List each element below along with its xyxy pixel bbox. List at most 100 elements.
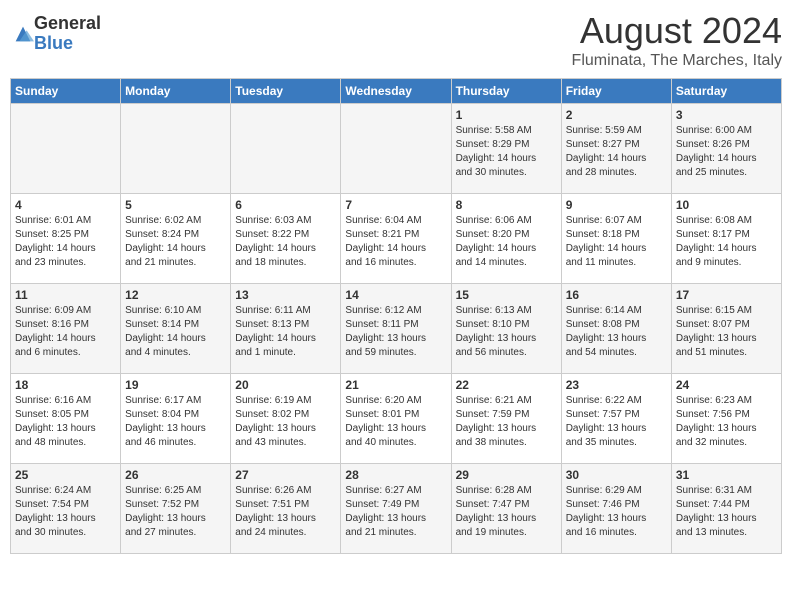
- day-info: Sunrise: 6:28 AM Sunset: 7:47 PM Dayligh…: [456, 484, 557, 540]
- day-info: Sunrise: 6:02 AM Sunset: 8:24 PM Dayligh…: [125, 214, 226, 270]
- day-number: 15: [456, 288, 557, 302]
- calendar-cell: 20 Sunrise: 6:19 AM Sunset: 8:02 PM Dayli…: [231, 374, 341, 464]
- day-number: 30: [566, 468, 667, 482]
- day-info: Sunrise: 6:08 AM Sunset: 8:17 PM Dayligh…: [676, 214, 777, 270]
- calendar-cell: 9Sunrise: 6:07 AM Sunset: 8:18 PM Daylig…: [561, 194, 671, 284]
- calendar-cell: 24 Sunrise: 6:23 AM Sunset: 7:56 PM Dayli…: [671, 374, 781, 464]
- header-day-monday: Monday: [121, 79, 231, 104]
- logo: General Blue: [10, 14, 101, 54]
- week-row-1: 4 Sunrise: 6:01 AM Sunset: 8:25 PM Daylig…: [11, 194, 782, 284]
- day-number: 28: [345, 468, 446, 482]
- day-info: Sunrise: 6:04 AM Sunset: 8:21 PM Dayligh…: [345, 214, 446, 270]
- calendar-cell: 26 Sunrise: 6:25 AM Sunset: 7:52 PM Dayli…: [121, 464, 231, 554]
- logo-text: General Blue: [34, 14, 101, 54]
- day-number: 6: [235, 198, 336, 212]
- header-day-saturday: Saturday: [671, 79, 781, 104]
- week-row-4: 25 Sunrise: 6:24 AM Sunset: 7:54 PM Dayli…: [11, 464, 782, 554]
- day-info: Sunrise: 6:15 AM Sunset: 8:07 PM Dayligh…: [676, 304, 777, 360]
- calendar-cell: 17 Sunrise: 6:15 AM Sunset: 8:07 PM Dayli…: [671, 284, 781, 374]
- day-number: 14: [345, 288, 446, 302]
- day-info: Sunrise: 6:13 AM Sunset: 8:10 PM Dayligh…: [456, 304, 557, 360]
- calendar-cell: 7 Sunrise: 6:04 AM Sunset: 8:21 PM Daylig…: [341, 194, 451, 284]
- day-info: Sunrise: 6:20 AM Sunset: 8:01 PM Dayligh…: [345, 394, 446, 450]
- day-info: Sunrise: 6:16 AM Sunset: 8:05 PM Dayligh…: [15, 394, 116, 450]
- calendar-cell: 12Sunrise: 6:10 AM Sunset: 8:14 PM Dayli…: [121, 284, 231, 374]
- calendar-cell: 11 Sunrise: 6:09 AM Sunset: 8:16 PM Dayli…: [11, 284, 121, 374]
- calendar-cell: 25 Sunrise: 6:24 AM Sunset: 7:54 PM Dayli…: [11, 464, 121, 554]
- logo-blue: Blue: [34, 34, 101, 54]
- day-number: 29: [456, 468, 557, 482]
- calendar-cell: 28 Sunrise: 6:27 AM Sunset: 7:49 PM Dayli…: [341, 464, 451, 554]
- day-info: Sunrise: 6:29 AM Sunset: 7:46 PM Dayligh…: [566, 484, 667, 540]
- header-day-tuesday: Tuesday: [231, 79, 341, 104]
- calendar-cell: 15 Sunrise: 6:13 AM Sunset: 8:10 PM Dayli…: [451, 284, 561, 374]
- day-number: 17: [676, 288, 777, 302]
- week-row-0: 1Sunrise: 5:58 AM Sunset: 8:29 PM Daylig…: [11, 104, 782, 194]
- day-info: Sunrise: 6:19 AM Sunset: 8:02 PM Dayligh…: [235, 394, 336, 450]
- day-info: Sunrise: 6:25 AM Sunset: 7:52 PM Dayligh…: [125, 484, 226, 540]
- day-number: 12: [125, 288, 226, 302]
- calendar-cell: [11, 104, 121, 194]
- day-info: Sunrise: 6:26 AM Sunset: 7:51 PM Dayligh…: [235, 484, 336, 540]
- day-number: 19: [125, 378, 226, 392]
- header-area: General Blue August 2024 Fluminata, The …: [10, 10, 782, 70]
- calendar-body: 1Sunrise: 5:58 AM Sunset: 8:29 PM Daylig…: [11, 104, 782, 554]
- calendar-cell: 29 Sunrise: 6:28 AM Sunset: 7:47 PM Dayli…: [451, 464, 561, 554]
- week-row-3: 18 Sunrise: 6:16 AM Sunset: 8:05 PM Dayli…: [11, 374, 782, 464]
- calendar-cell: 2Sunrise: 5:59 AM Sunset: 8:27 PM Daylig…: [561, 104, 671, 194]
- calendar-cell: 19 Sunrise: 6:17 AM Sunset: 8:04 PM Dayli…: [121, 374, 231, 464]
- day-number: 4: [15, 198, 116, 212]
- day-number: 11: [15, 288, 116, 302]
- day-number: 20: [235, 378, 336, 392]
- logo-general: General: [34, 14, 101, 34]
- day-info: Sunrise: 6:12 AM Sunset: 8:11 PM Dayligh…: [345, 304, 446, 360]
- calendar-cell: [341, 104, 451, 194]
- title-area: August 2024 Fluminata, The Marches, Ital…: [572, 10, 782, 70]
- calendar-cell: 13 Sunrise: 6:11 AM Sunset: 8:13 PM Dayli…: [231, 284, 341, 374]
- header-day-thursday: Thursday: [451, 79, 561, 104]
- day-number: 25: [15, 468, 116, 482]
- logo-icon: [12, 23, 34, 45]
- day-number: 27: [235, 468, 336, 482]
- day-info: Sunrise: 6:11 AM Sunset: 8:13 PM Dayligh…: [235, 304, 336, 360]
- day-number: 7: [345, 198, 446, 212]
- day-number: 26: [125, 468, 226, 482]
- calendar-cell: [231, 104, 341, 194]
- day-number: 16: [566, 288, 667, 302]
- calendar-cell: 23 Sunrise: 6:22 AM Sunset: 7:57 PM Dayli…: [561, 374, 671, 464]
- calendar-cell: 30 Sunrise: 6:29 AM Sunset: 7:46 PM Dayli…: [561, 464, 671, 554]
- day-info: Sunrise: 6:17 AM Sunset: 8:04 PM Dayligh…: [125, 394, 226, 450]
- calendar-cell: [121, 104, 231, 194]
- calendar-cell: 16 Sunrise: 6:14 AM Sunset: 8:08 PM Dayli…: [561, 284, 671, 374]
- day-info: Sunrise: 5:59 AM Sunset: 8:27 PM Dayligh…: [566, 124, 667, 180]
- day-number: 13: [235, 288, 336, 302]
- day-info: Sunrise: 6:27 AM Sunset: 7:49 PM Dayligh…: [345, 484, 446, 540]
- day-number: 21: [345, 378, 446, 392]
- calendar-cell: 22 Sunrise: 6:21 AM Sunset: 7:59 PM Dayli…: [451, 374, 561, 464]
- day-number: 23: [566, 378, 667, 392]
- day-number: 18: [15, 378, 116, 392]
- calendar-table: SundayMondayTuesdayWednesdayThursdayFrid…: [10, 78, 782, 554]
- calendar-cell: 6 Sunrise: 6:03 AM Sunset: 8:22 PM Daylig…: [231, 194, 341, 284]
- calendar-cell: 1Sunrise: 5:58 AM Sunset: 8:29 PM Daylig…: [451, 104, 561, 194]
- day-number: 8: [456, 198, 557, 212]
- day-number: 22: [456, 378, 557, 392]
- day-info: Sunrise: 6:21 AM Sunset: 7:59 PM Dayligh…: [456, 394, 557, 450]
- day-info: Sunrise: 6:24 AM Sunset: 7:54 PM Dayligh…: [15, 484, 116, 540]
- day-number: 5: [125, 198, 226, 212]
- day-number: 31: [676, 468, 777, 482]
- day-info: Sunrise: 6:07 AM Sunset: 8:18 PM Dayligh…: [566, 214, 667, 270]
- day-info: Sunrise: 6:06 AM Sunset: 8:20 PM Dayligh…: [456, 214, 557, 270]
- calendar-cell: 31Sunrise: 6:31 AM Sunset: 7:44 PM Dayli…: [671, 464, 781, 554]
- day-number: 3: [676, 108, 777, 122]
- day-info: Sunrise: 6:01 AM Sunset: 8:25 PM Dayligh…: [15, 214, 116, 270]
- header-day-sunday: Sunday: [11, 79, 121, 104]
- day-info: Sunrise: 6:03 AM Sunset: 8:22 PM Dayligh…: [235, 214, 336, 270]
- day-info: Sunrise: 6:09 AM Sunset: 8:16 PM Dayligh…: [15, 304, 116, 360]
- day-info: Sunrise: 6:14 AM Sunset: 8:08 PM Dayligh…: [566, 304, 667, 360]
- day-info: Sunrise: 6:23 AM Sunset: 7:56 PM Dayligh…: [676, 394, 777, 450]
- calendar-cell: 5 Sunrise: 6:02 AM Sunset: 8:24 PM Daylig…: [121, 194, 231, 284]
- calendar-cell: 27 Sunrise: 6:26 AM Sunset: 7:51 PM Dayli…: [231, 464, 341, 554]
- day-number: 24: [676, 378, 777, 392]
- day-info: Sunrise: 6:22 AM Sunset: 7:57 PM Dayligh…: [566, 394, 667, 450]
